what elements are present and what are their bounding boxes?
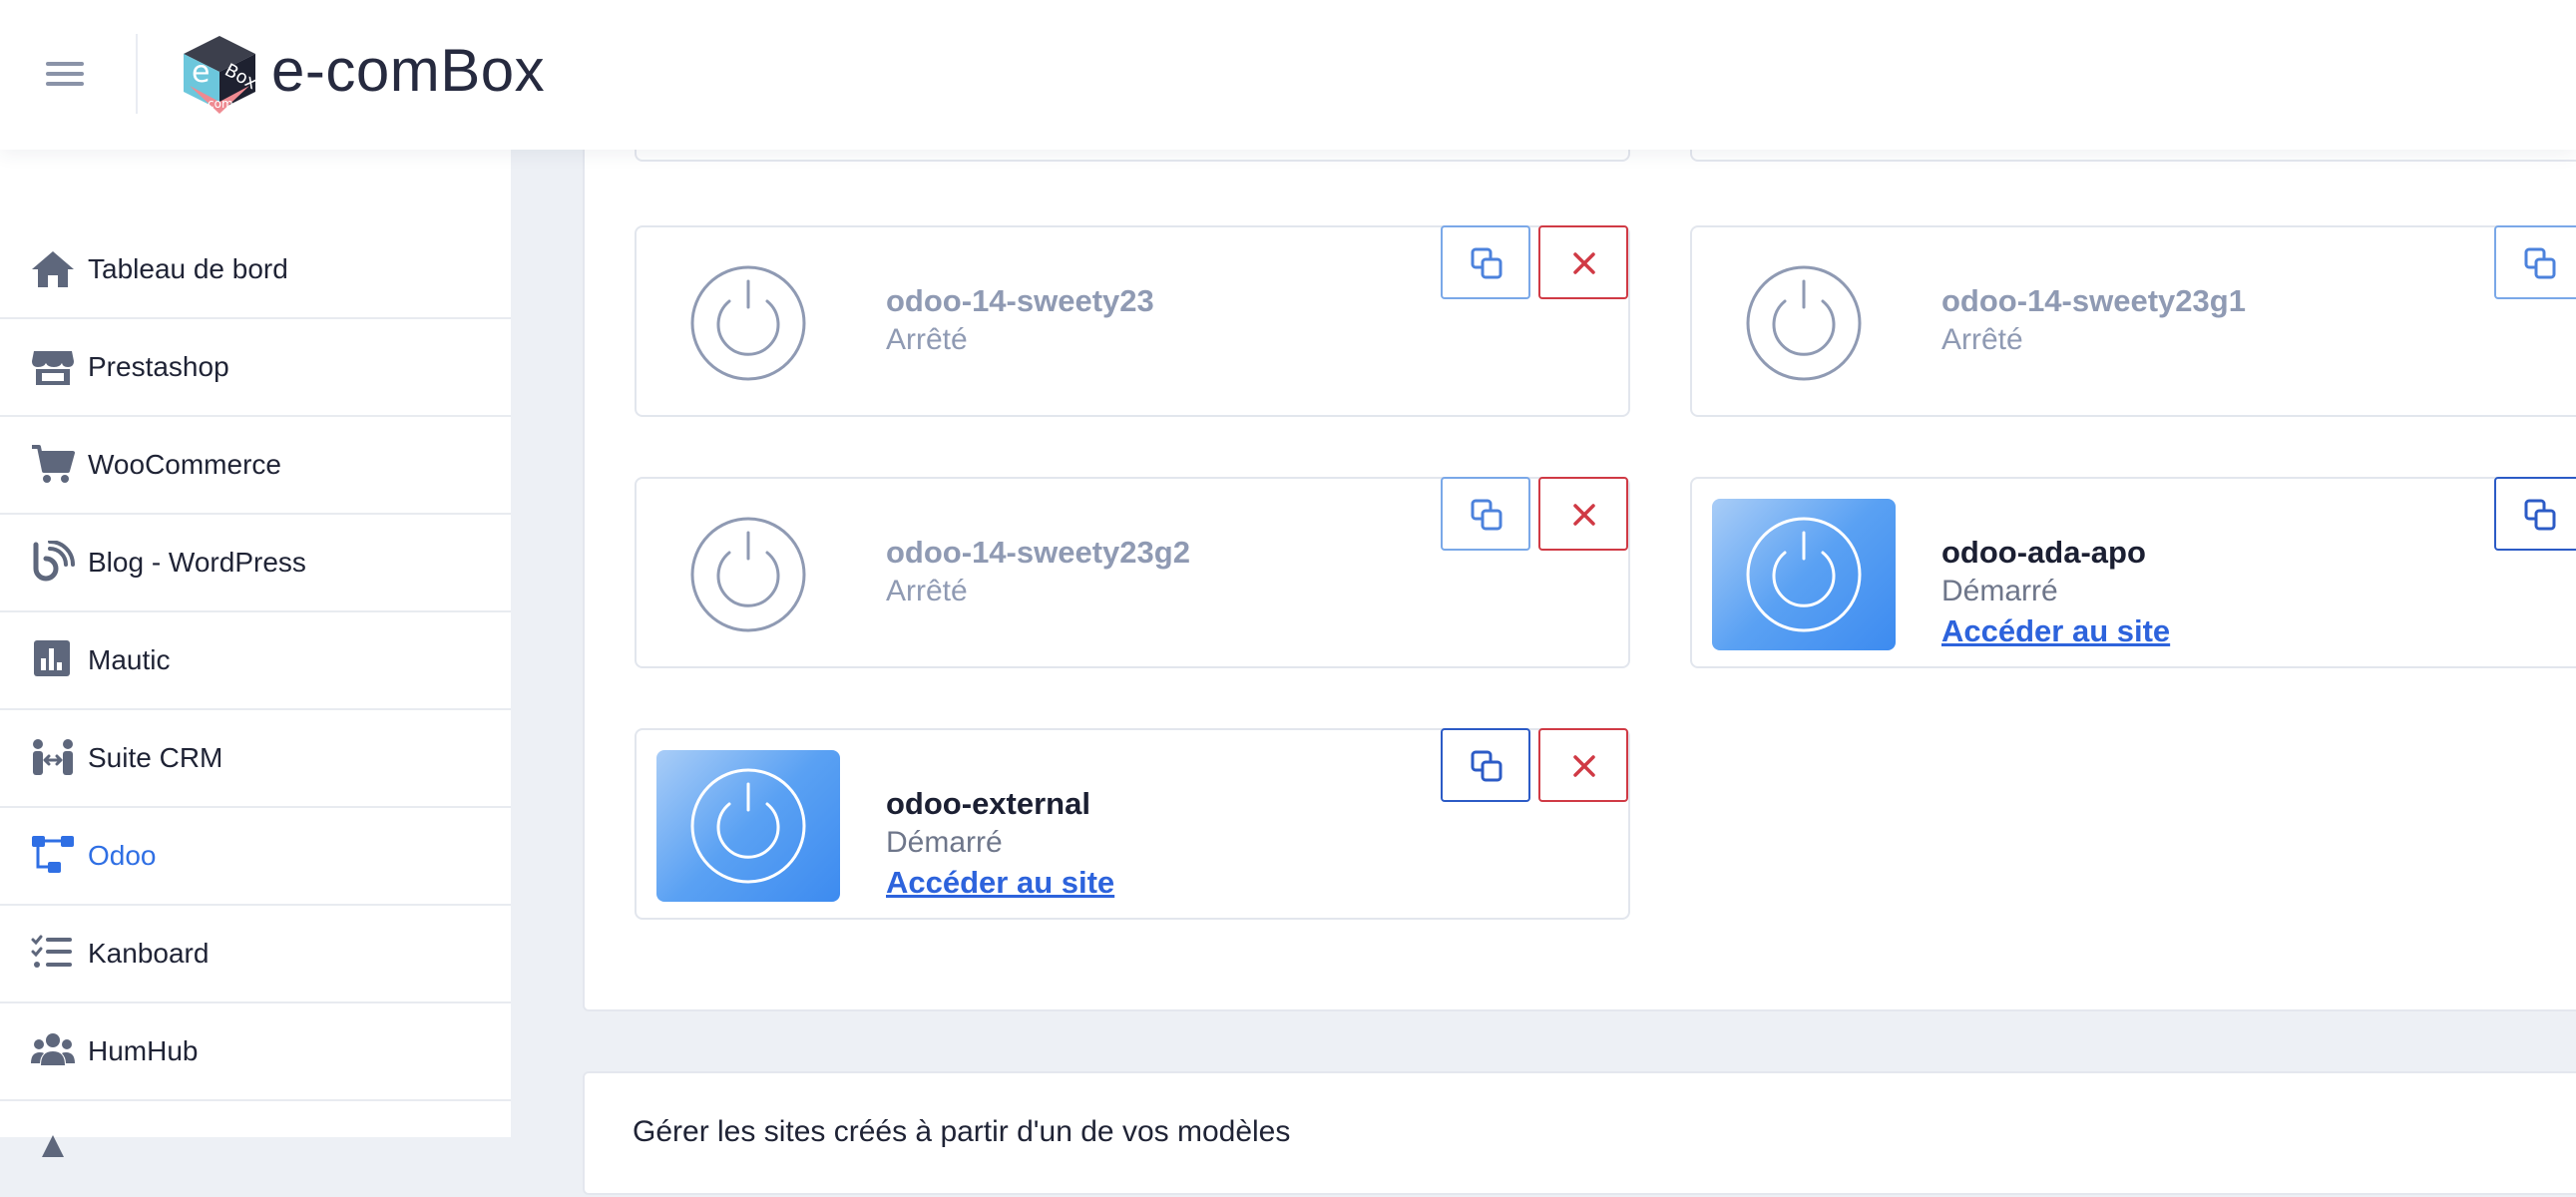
site-thumbnail (656, 499, 840, 650)
duplicate-button[interactable] (2494, 477, 2576, 551)
sidebar-item-label: Kanboard (88, 938, 210, 969)
app-title: e-comBox (271, 37, 546, 104)
close-icon (1573, 504, 1595, 526)
site-card: odoo-14-sweety23 Arrêté (635, 225, 1630, 417)
close-icon (1573, 755, 1595, 777)
sidebar-item-mautic[interactable]: Mautic (0, 612, 511, 710)
duplicate-button[interactable] (2494, 225, 2576, 299)
site-status: Arrêté (886, 323, 968, 356)
duplicate-icon (2524, 499, 2556, 531)
sidebar-item-label: Mautic (88, 644, 171, 675)
cart-icon (30, 443, 76, 485)
sidebar-item-label: Odoo (88, 840, 157, 871)
duplicate-icon (1471, 247, 1503, 279)
sidebar-item-next[interactable] (0, 1101, 511, 1197)
template-sites-panel: Gérer les sites créés à partir d'un de v… (583, 1071, 2576, 1195)
logo-com-text: com (208, 97, 233, 111)
sidebar-item-label: WooCommerce (88, 449, 281, 480)
triangle-icon (30, 1127, 76, 1169)
site-status: Démarré (886, 826, 1003, 859)
chart-icon (30, 638, 76, 680)
sidebar: Tableau de bord Prestashop WooCommerce B… (0, 150, 511, 1157)
ecombox-logo[interactable]: e Box com (180, 32, 260, 114)
sidebar-item-woocommerce[interactable]: WooCommerce (0, 417, 511, 515)
power-icon[interactable] (1744, 263, 1864, 383)
delete-button[interactable] (1538, 225, 1628, 299)
delete-button[interactable] (1538, 728, 1628, 802)
site-name: odoo-ada-apo (1941, 535, 2146, 570)
sidebar-item-tableau-de-bord[interactable]: Tableau de bord (0, 221, 511, 319)
section-title: Gérer les sites créés à partir d'un de v… (633, 1115, 1291, 1148)
users-icon (30, 1029, 76, 1071)
sites-panel: odoo-14-sweety23 Arrêté odoo-14-sweety23… (583, 98, 2576, 1011)
site-name: odoo-14-sweety23g2 (886, 535, 1190, 570)
header-divider (136, 34, 138, 114)
store-icon (30, 345, 76, 387)
site-name: odoo-14-sweety23g1 (1941, 283, 2246, 318)
crm-icon (30, 736, 76, 778)
sidebar-item-label: Tableau de bord (88, 253, 288, 284)
site-status: Démarré (1941, 575, 2058, 607)
menu-toggle-icon[interactable] (40, 50, 96, 96)
delete-button[interactable] (1538, 477, 1628, 551)
site-thumbnail (656, 750, 840, 902)
site-thumbnail (656, 247, 840, 399)
odoo-icon (30, 834, 76, 876)
site-name: odoo-14-sweety23 (886, 283, 1154, 318)
site-card: odoo-external Démarré Accéder au site (635, 728, 1630, 920)
sidebar-item-odoo[interactable]: Odoo (0, 808, 511, 906)
sidebar-item-prestashop[interactable]: Prestashop (0, 319, 511, 417)
duplicate-icon (1471, 499, 1503, 531)
sidebar-item-kanboard[interactable]: Kanboard (0, 906, 511, 1003)
tasks-icon (30, 932, 76, 974)
blog-icon (30, 540, 76, 583)
site-card: odoo-14-sweety23g1 Arrêté (1690, 225, 2576, 417)
logo-letter: e (192, 55, 210, 90)
site-status: Arrêté (886, 575, 968, 607)
top-bar: e Box com e-comBox (0, 0, 2576, 150)
access-site-link[interactable]: Accéder au site (886, 864, 1114, 902)
duplicate-icon (1471, 750, 1503, 782)
site-thumbnail (1712, 247, 1896, 399)
site-card: odoo-ada-apo Démarré Accéder au site (1690, 477, 2576, 668)
duplicate-button[interactable] (1441, 728, 1530, 802)
sidebar-item-suite-crm[interactable]: Suite CRM (0, 710, 511, 808)
sidebar-item-label: Blog - WordPress (88, 547, 306, 578)
site-thumbnail (1712, 499, 1896, 650)
power-icon[interactable] (1744, 515, 1864, 634)
home-icon (30, 247, 76, 289)
power-icon[interactable] (688, 766, 808, 886)
duplicate-button[interactable] (1441, 225, 1530, 299)
site-status: Arrêté (1941, 323, 2023, 356)
sidebar-item-blog-wordpress[interactable]: Blog - WordPress (0, 515, 511, 612)
duplicate-icon (2524, 247, 2556, 279)
site-card: odoo-14-sweety23g2 Arrêté (635, 477, 1630, 668)
sidebar-item-humhub[interactable]: HumHub (0, 1003, 511, 1101)
sidebar-item-label: Prestashop (88, 351, 229, 382)
access-site-link[interactable]: Accéder au site (1941, 612, 2170, 650)
sidebar-item-label: Suite CRM (88, 742, 223, 773)
duplicate-button[interactable] (1441, 477, 1530, 551)
power-icon[interactable] (688, 515, 808, 634)
close-icon (1573, 252, 1595, 274)
sidebar-item-label: HumHub (88, 1035, 199, 1066)
site-name: odoo-external (886, 786, 1090, 821)
power-icon[interactable] (688, 263, 808, 383)
